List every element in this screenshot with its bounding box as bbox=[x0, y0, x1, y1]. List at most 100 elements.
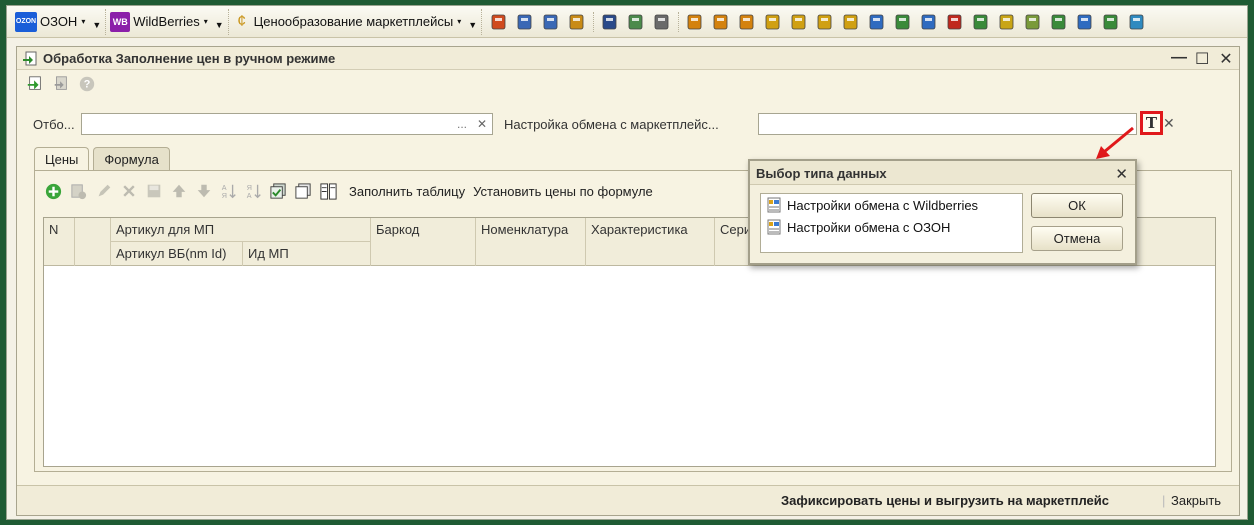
printer2-icon[interactable] bbox=[566, 11, 588, 33]
document-icon[interactable] bbox=[1022, 11, 1044, 33]
col-nomenclature[interactable]: Номенклатура bbox=[476, 218, 586, 266]
col-characteristic[interactable]: Характеристика bbox=[586, 218, 715, 266]
uncheck-all-icon[interactable] bbox=[293, 181, 314, 202]
tab-strip: Цены Формула bbox=[34, 147, 170, 171]
list-item[interactable]: Настройки обмена с Wildberries bbox=[761, 194, 1022, 216]
minimize-button[interactable]: — bbox=[1171, 49, 1187, 69]
maximize-button[interactable]: ☐ bbox=[1195, 49, 1209, 69]
svg-text:?: ? bbox=[84, 79, 91, 91]
pricing-menu[interactable]: ¢ Ценообразование маркетплейсы ▾ ▼ bbox=[229, 8, 483, 35]
money-icon[interactable] bbox=[684, 11, 706, 33]
add-row-icon[interactable] bbox=[43, 181, 64, 202]
coins-icon[interactable] bbox=[762, 11, 784, 33]
dialog-close-icon[interactable]: ✕ bbox=[1115, 165, 1128, 183]
col-mark[interactable] bbox=[75, 218, 111, 266]
coins2-icon[interactable] bbox=[814, 11, 836, 33]
export-icon[interactable] bbox=[866, 11, 888, 33]
col-n[interactable]: N bbox=[44, 218, 75, 266]
users-icon[interactable] bbox=[599, 11, 621, 33]
exchange-settings-input[interactable] bbox=[758, 113, 1137, 135]
export-icon[interactable] bbox=[51, 74, 71, 94]
dialog-title: Выбор типа данных bbox=[750, 161, 1135, 185]
svg-text:Я: Я bbox=[221, 191, 226, 200]
exchange-clear-icon[interactable]: ✕ bbox=[1163, 115, 1175, 132]
catalog-icon bbox=[767, 197, 781, 213]
fill-table-button[interactable]: Заполнить таблицу bbox=[349, 184, 465, 199]
currency-icon[interactable] bbox=[840, 11, 862, 33]
coins-icon: ¢ bbox=[237, 12, 247, 30]
exchange-settings-label: Настройка обмена с маркетплейс... bbox=[504, 117, 719, 132]
ozon-menu[interactable]: OZON ОЗОН ▾ ▼ bbox=[11, 8, 107, 35]
svg-text:А: А bbox=[246, 191, 251, 200]
set-prices-by-formula-button[interactable]: Установить цены по формуле bbox=[473, 184, 653, 199]
wildberries-menu-label: WildBerries bbox=[133, 14, 200, 29]
footer-separator: | bbox=[1162, 493, 1166, 508]
chevron-down-icon[interactable]: ▼ bbox=[468, 20, 477, 30]
money3-icon[interactable] bbox=[736, 11, 758, 33]
export3-icon[interactable] bbox=[1074, 11, 1096, 33]
window-title-bar: Обработка Заполнение цен в ручном режиме bbox=[17, 47, 1239, 70]
sort-ascending-icon[interactable]: АЯ bbox=[218, 181, 239, 202]
stack-icon[interactable] bbox=[996, 11, 1018, 33]
data-type-ozon: Настройки обмена с ОЗОН bbox=[787, 219, 951, 235]
wildberries-menu[interactable]: WB WildBerries ▾ ▼ bbox=[106, 8, 229, 35]
ozon-logo-icon: OZON bbox=[15, 11, 37, 32]
data-type-list[interactable]: Настройки обмена с Wildberries Настройки… bbox=[760, 193, 1023, 253]
book-icon[interactable] bbox=[488, 11, 510, 33]
window-command-bar: ? bbox=[17, 70, 1239, 98]
col-article-wb[interactable]: Артикул ВБ(nm Id) bbox=[111, 242, 243, 266]
table-toolbar: АЯ ЯА Заполнить таблицу Установить цены … bbox=[43, 179, 653, 203]
commit-and-upload-button[interactable]: Зафиксировать цены и выгрузить на маркет… bbox=[781, 493, 1109, 508]
table-icon[interactable] bbox=[625, 11, 647, 33]
chevron-down-icon[interactable]: ▼ bbox=[92, 20, 101, 30]
chart-icon[interactable] bbox=[651, 11, 673, 33]
toolbar-separator bbox=[678, 11, 680, 32]
tab-prices[interactable]: Цены bbox=[34, 147, 90, 171]
printer-icon[interactable] bbox=[540, 11, 562, 33]
cancel-button[interactable]: Отмена bbox=[1031, 226, 1123, 251]
window-title: Обработка Заполнение цен в ручном режиме bbox=[43, 50, 336, 66]
move-up-icon[interactable] bbox=[168, 181, 189, 202]
main-toolbar: OZON ОЗОН ▾ ▼ WB WildBerries ▾ ▼ ¢ Ценоо… bbox=[7, 6, 1247, 38]
money2-icon[interactable] bbox=[710, 11, 732, 33]
print-icon[interactable] bbox=[514, 11, 536, 33]
transfer2-icon[interactable] bbox=[944, 11, 966, 33]
delete-row-icon[interactable] bbox=[118, 181, 139, 202]
filter-input[interactable] bbox=[81, 113, 493, 135]
chevron-down-icon[interactable]: ▼ bbox=[215, 20, 224, 30]
transfer3-icon[interactable] bbox=[970, 11, 992, 33]
move-down-icon[interactable] bbox=[193, 181, 214, 202]
transfer4-icon[interactable] bbox=[1048, 11, 1070, 33]
check-all-icon[interactable] bbox=[268, 181, 289, 202]
ok-button[interactable]: ОК bbox=[1031, 193, 1123, 218]
col-id-mp[interactable]: Ид МП bbox=[243, 242, 371, 266]
edit-row-icon[interactable] bbox=[93, 181, 114, 202]
end-edit-icon[interactable] bbox=[143, 181, 164, 202]
select-type-button[interactable]: T bbox=[1140, 111, 1163, 135]
pricing-menu-label: Ценообразование маркетплейсы bbox=[253, 14, 454, 29]
list-item[interactable]: Настройки обмена с ОЗОН bbox=[761, 216, 1022, 238]
close-button[interactable]: ✕ bbox=[1219, 49, 1233, 69]
filter-choose-button[interactable]: ... bbox=[457, 117, 467, 131]
filter-clear-icon[interactable]: ✕ bbox=[477, 117, 487, 131]
add-table-icon[interactable] bbox=[1126, 11, 1148, 33]
processing-icon bbox=[23, 51, 37, 65]
toolbar-separator bbox=[593, 11, 595, 32]
close-window-button[interactable]: Закрыть bbox=[1171, 493, 1221, 508]
sort-descending-icon[interactable]: ЯА bbox=[243, 181, 264, 202]
refresh-icon[interactable] bbox=[1100, 11, 1122, 33]
catalog-icon bbox=[767, 219, 781, 235]
col-barcode[interactable]: Баркод bbox=[371, 218, 476, 266]
copy-row-icon[interactable] bbox=[68, 181, 89, 202]
col-article-mp[interactable]: Артикул для МП bbox=[111, 218, 371, 242]
toolbar-icons bbox=[482, 9, 1154, 35]
column-settings-icon[interactable] bbox=[318, 181, 339, 202]
tab-formula[interactable]: Формула bbox=[93, 147, 170, 170]
save-icon[interactable] bbox=[25, 74, 45, 94]
export2-icon[interactable] bbox=[918, 11, 940, 33]
bars-icon[interactable] bbox=[788, 11, 810, 33]
ozon-menu-label: ОЗОН bbox=[40, 14, 78, 29]
transfer-icon[interactable] bbox=[892, 11, 914, 33]
select-data-type-dialog: Выбор типа данных ✕ Настройки обмена с W… bbox=[748, 159, 1137, 265]
help-icon[interactable]: ? bbox=[77, 74, 97, 94]
